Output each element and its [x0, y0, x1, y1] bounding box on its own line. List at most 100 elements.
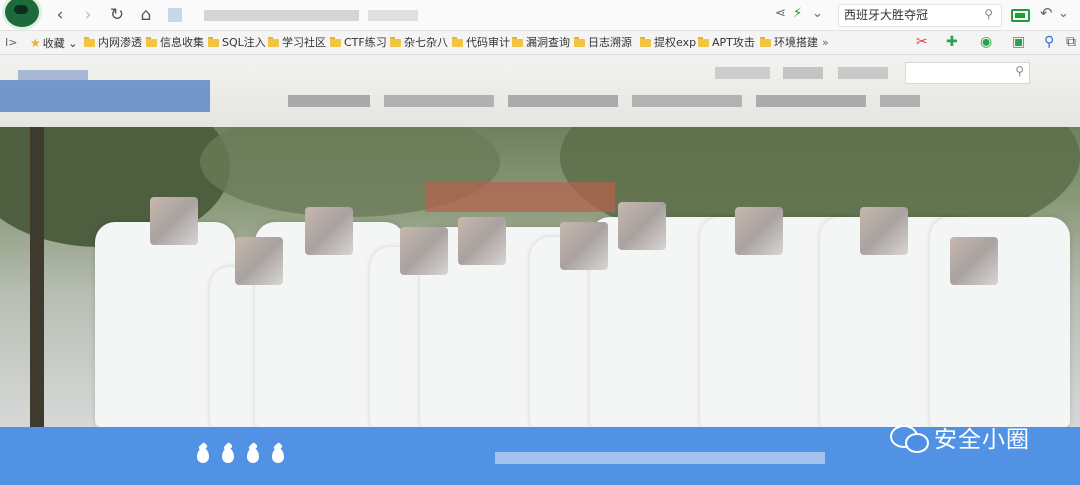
tree-trunk: [30, 127, 44, 427]
bookmark-label: 漏洞查询: [526, 36, 570, 49]
url-redacted: [204, 10, 359, 21]
banner-redacted: [425, 182, 615, 212]
search-icon[interactable]: ⚲: [1044, 34, 1054, 50]
face-redacted: [400, 227, 448, 275]
browser-search-box[interactable]: ⚲: [838, 4, 1002, 27]
watermark: 安全小圈: [890, 417, 1030, 457]
home-icon[interactable]: ⌂: [135, 4, 157, 26]
header-link-redacted[interactable]: [783, 67, 823, 79]
bookmark-item[interactable]: 代码审计: [452, 35, 510, 51]
chevron-down-icon[interactable]: ⌄: [812, 6, 823, 21]
bookmark-label: 代码审计: [466, 36, 510, 49]
folder-icon: [640, 37, 651, 47]
gamepad-icon[interactable]: ▣: [1012, 34, 1025, 50]
bookmark-label: 信息收集: [160, 36, 204, 49]
undo-icon[interactable]: ↶: [1040, 4, 1053, 22]
bookmark-item[interactable]: 日志溯源: [574, 35, 632, 51]
bookmark-label: 内网渗透: [98, 36, 142, 49]
folder-icon: [452, 37, 463, 47]
browser-toolbar: ‹ › ↻ ⌂ ⋖ ⚡ ⌄ ⚲ ↶ ⌄: [0, 0, 1080, 31]
carousel-dot[interactable]: [247, 448, 259, 463]
bookmark-item[interactable]: 内网渗透: [84, 35, 142, 51]
forward-icon[interactable]: ›: [77, 4, 99, 26]
folder-icon: [390, 37, 401, 47]
battery-icon: [1011, 9, 1030, 22]
bookmark-label: CTF练习: [344, 36, 387, 49]
bookmark-label: 杂七杂八: [404, 36, 448, 49]
face-redacted: [950, 237, 998, 285]
shield-icon[interactable]: ◉: [980, 34, 992, 50]
site-logo-redacted: [0, 80, 210, 112]
share-icon[interactable]: ⋖: [775, 6, 786, 21]
search-icon[interactable]: ⚲: [984, 7, 993, 21]
bookmark-label: 学习社区: [282, 36, 326, 49]
bookmark-item[interactable]: CTF练习: [330, 35, 387, 51]
folder-icon: [330, 37, 341, 47]
browser-logo-icon[interactable]: [2, 0, 42, 30]
more-bookmarks-button[interactable]: »: [822, 35, 829, 51]
bookmark-label: APT攻击: [712, 36, 755, 49]
folder-icon: [268, 37, 279, 47]
url-redacted: [368, 10, 418, 21]
address-bar[interactable]: [168, 6, 768, 24]
bookmark-item[interactable]: APT攻击: [698, 35, 755, 51]
ticker-text-redacted[interactable]: [495, 452, 825, 464]
folder-icon: [574, 37, 585, 47]
bookmark-item[interactable]: 环境搭建: [760, 35, 818, 51]
favorites-button[interactable]: ★ 收藏 ⌄: [30, 35, 77, 51]
header-link-redacted[interactable]: [838, 67, 888, 79]
carousel-dot[interactable]: [272, 448, 284, 463]
site-favicon-icon: [168, 8, 182, 22]
nav-item-redacted[interactable]: [632, 95, 742, 107]
bookmark-item[interactable]: 信息收集: [146, 35, 204, 51]
face-redacted: [458, 217, 506, 265]
site-logo-redacted: [18, 70, 88, 80]
copy-icon[interactable]: ⧉: [1066, 34, 1076, 50]
sidebar-toggle-icon[interactable]: I>: [5, 35, 17, 51]
bookmark-label: SQL注入: [222, 36, 266, 49]
watermark-text: 安全小圈: [934, 427, 1030, 453]
browser-search-input[interactable]: [839, 5, 979, 24]
search-icon[interactable]: ⚲: [1015, 64, 1024, 78]
face-redacted: [860, 207, 908, 255]
face-redacted: [150, 197, 198, 245]
face-redacted: [618, 202, 666, 250]
folder-icon: [512, 37, 523, 47]
carousel-dot[interactable]: [222, 448, 234, 463]
folder-icon: [208, 37, 219, 47]
folder-icon: [146, 37, 157, 47]
face-redacted: [735, 207, 783, 255]
bookmark-label: 日志溯源: [588, 36, 632, 49]
bookmark-item[interactable]: 漏洞查询: [512, 35, 570, 51]
plus-icon[interactable]: ✚: [946, 34, 958, 50]
folder-icon: [84, 37, 95, 47]
bookmark-item[interactable]: SQL注入: [208, 35, 266, 51]
star-icon: ★: [30, 36, 41, 50]
site-search-input[interactable]: ⚲: [905, 62, 1030, 84]
favorites-label: 收藏: [42, 37, 65, 50]
nav-item-redacted[interactable]: [508, 95, 618, 107]
face-redacted: [560, 222, 608, 270]
wechat-icon: [890, 422, 929, 453]
scissors-icon[interactable]: ✂: [916, 34, 928, 50]
carousel-dot[interactable]: [197, 448, 209, 463]
nav-item-redacted[interactable]: [880, 95, 920, 107]
chevron-down-icon[interactable]: ⌄: [1058, 6, 1069, 21]
bookmark-label: 环境搭建: [774, 36, 818, 49]
nav-item-redacted[interactable]: [288, 95, 370, 107]
folder-icon: [698, 37, 709, 47]
back-icon[interactable]: ‹: [49, 4, 71, 26]
face-redacted: [235, 237, 283, 285]
nav-item-redacted[interactable]: [384, 95, 494, 107]
header-link-redacted[interactable]: [715, 67, 770, 79]
bookmark-label: 提权exp: [654, 36, 697, 49]
bolt-icon[interactable]: ⚡: [793, 6, 802, 21]
bookmark-item[interactable]: 杂七杂八: [390, 35, 448, 51]
bookmark-item[interactable]: 提权exp: [640, 35, 696, 51]
refresh-icon[interactable]: ↻: [106, 4, 128, 26]
nav-item-redacted[interactable]: [756, 95, 866, 107]
hero-banner-image: [0, 127, 1080, 427]
bookmark-item[interactable]: 学习社区: [268, 35, 326, 51]
folder-icon: [760, 37, 771, 47]
face-redacted: [305, 207, 353, 255]
